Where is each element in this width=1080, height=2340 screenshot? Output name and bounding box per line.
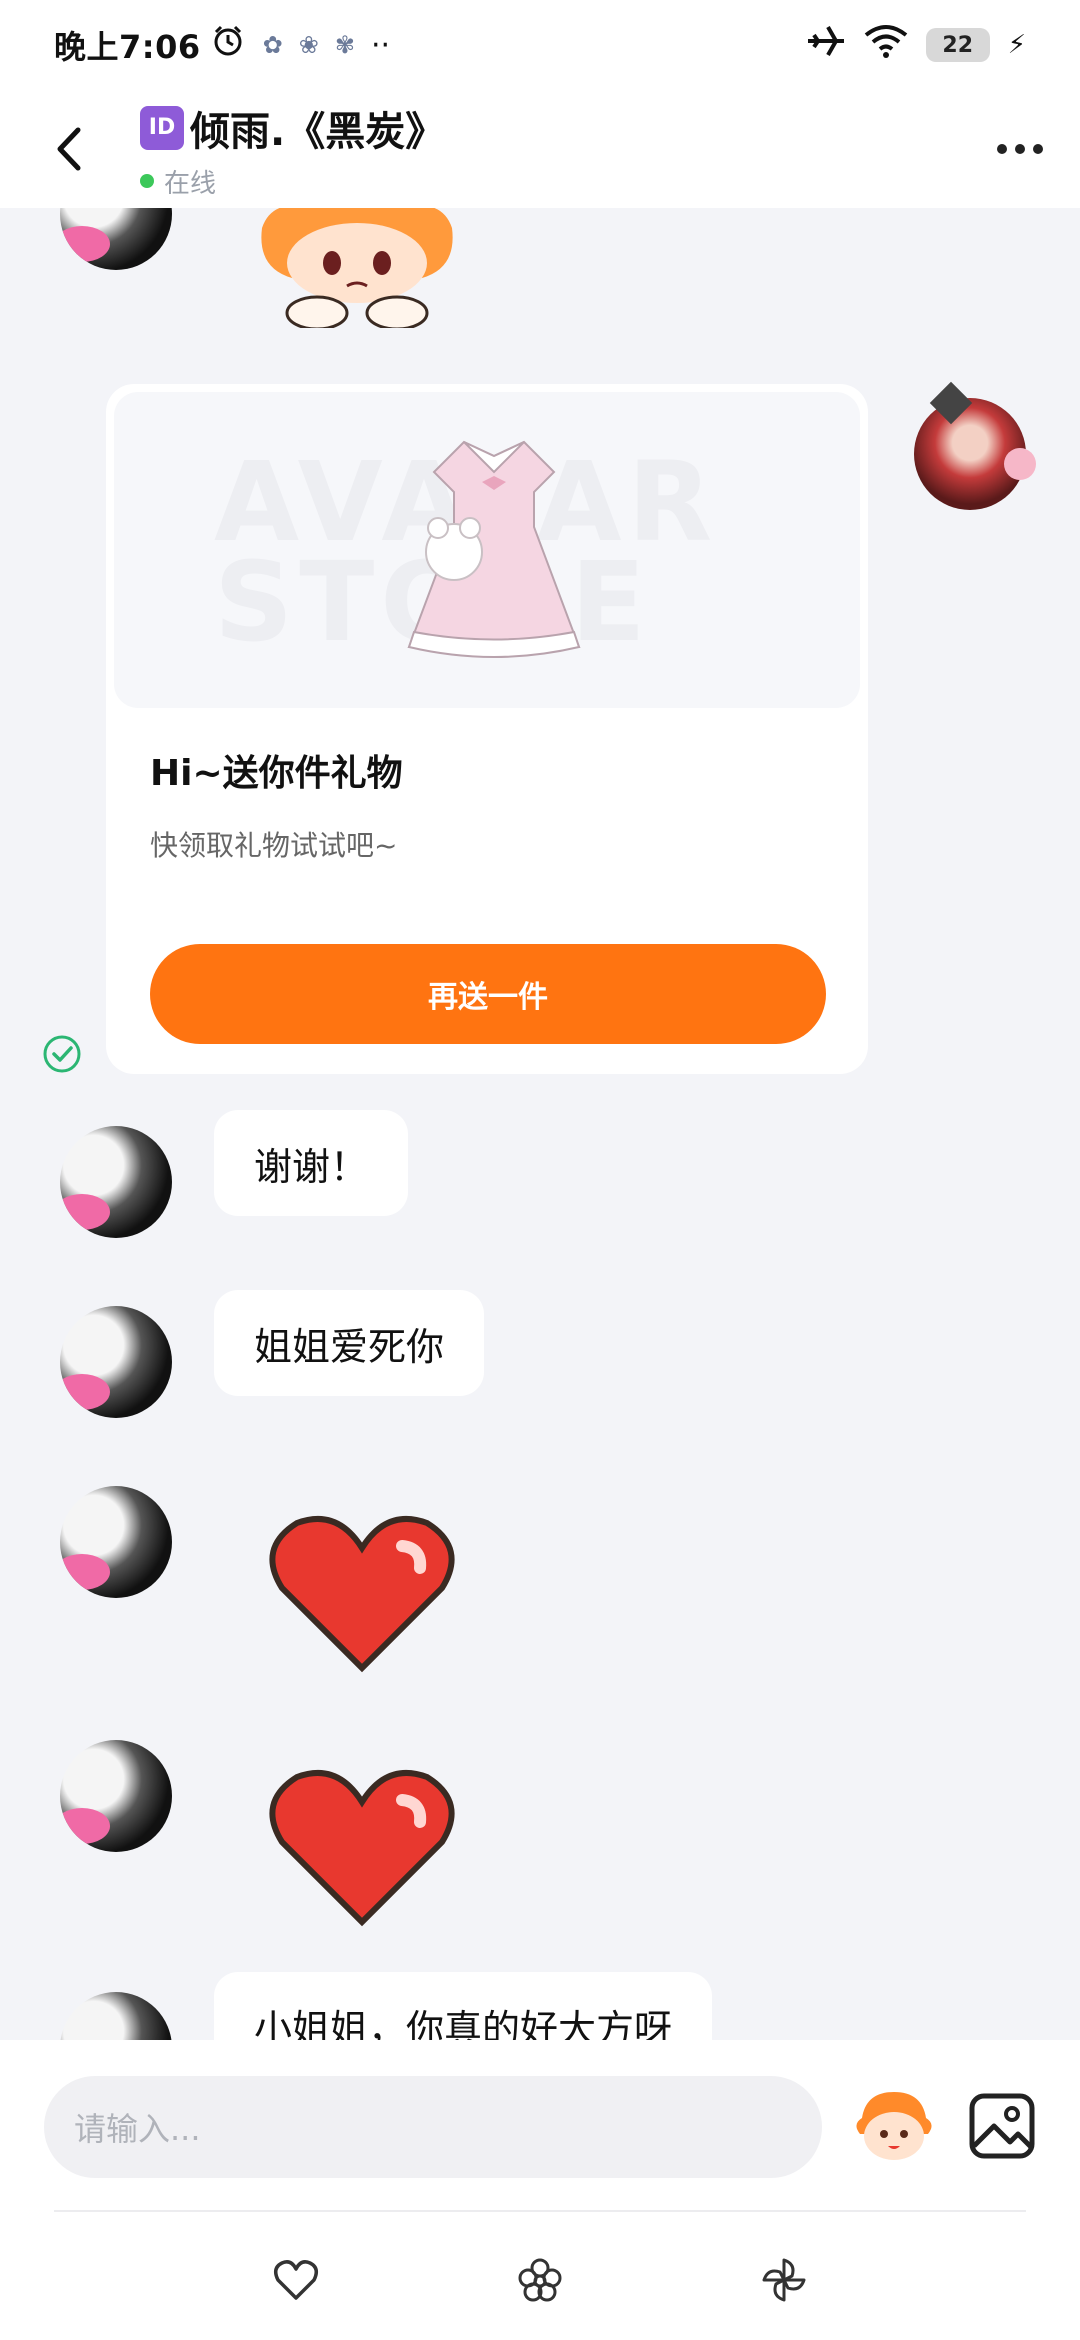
contact-name: 倾雨.《黑炭》	[190, 108, 446, 155]
gift-card-subtitle: 快领取礼物试试吧~	[150, 829, 398, 862]
contact-avatar[interactable]	[60, 1992, 172, 2040]
status-bar: 晚上7:06 ✿ ❀ ✾ ·· 22 ⚡	[0, 0, 1080, 90]
contact-avatar[interactable]	[60, 1486, 172, 1598]
message-input-placeholder: 请输入...	[74, 2110, 201, 2148]
dot-icon	[1033, 144, 1043, 154]
heart-sticker[interactable]	[262, 1508, 462, 1678]
back-button[interactable]	[0, 90, 140, 208]
contact-avatar[interactable]	[60, 1740, 172, 1852]
image-picker-button[interactable]	[966, 2090, 1038, 2162]
my-avatar[interactable]	[914, 398, 1036, 510]
message-bubble[interactable]: 小姐姐，你真的好大方呀	[214, 1972, 713, 2041]
input-bar: 请输入...	[0, 2040, 1080, 2340]
gift-card-title: Hi~送你件礼物	[150, 753, 403, 794]
chat-message-list[interactable]: AVATAR STORE Hi~送你件礼物 快领取礼物试试吧~ 再送一件 谢谢！…	[0, 208, 1080, 2040]
wifi-icon	[864, 23, 908, 67]
contact-avatar[interactable]	[60, 208, 172, 270]
message-text: 谢谢！	[254, 1144, 369, 1189]
dot-icon	[997, 144, 1007, 154]
app-notification-icon: ✿	[262, 31, 283, 59]
crying-girl-sticker	[261, 208, 453, 328]
online-status-dot	[140, 174, 154, 188]
contact-info[interactable]: ID 倾雨.《黑炭》 在线	[140, 99, 445, 200]
message-input[interactable]: 请输入...	[44, 2076, 822, 2178]
heart-outline-icon[interactable]	[270, 2254, 322, 2306]
message-text: 小姐姐，你真的好大方呀	[254, 2006, 673, 2041]
id-badge-icon: ID	[140, 105, 184, 150]
battery-indicator: 22	[925, 28, 990, 62]
chat-header: ID 倾雨.《黑炭》 在线	[0, 90, 1080, 208]
more-options-button[interactable]	[960, 90, 1080, 208]
more-notifications-icon: ··	[370, 27, 391, 63]
contact-avatar[interactable]	[60, 1126, 172, 1238]
app-notification-icon: ✾	[334, 31, 355, 59]
divider	[54, 2210, 1026, 2212]
charging-icon: ⚡	[1007, 30, 1026, 60]
online-status-text: 在线	[164, 168, 217, 199]
app-notification-icon: ❀	[298, 31, 319, 59]
heart-sticker[interactable]	[262, 1762, 462, 1932]
back-arrow-icon	[57, 127, 81, 171]
send-another-gift-button[interactable]: 再送一件	[150, 944, 826, 1044]
message-bubble[interactable]: 谢谢！	[214, 1110, 409, 1216]
message-bubble[interactable]: 姐姐爱死你	[214, 1290, 485, 1396]
message-text: 姐姐爱死你	[254, 1324, 445, 1369]
emoji-sticker-button[interactable]	[852, 2084, 936, 2168]
dress-icon	[407, 440, 581, 658]
alarm-icon	[211, 24, 245, 66]
gift-card[interactable]: AVATAR STORE Hi~送你件礼物 快领取礼物试试吧~ 再送一件	[106, 384, 868, 1074]
gift-image: AVATAR STORE	[114, 392, 860, 708]
pinwheel-icon[interactable]	[758, 2254, 810, 2306]
sent-check-icon	[43, 1035, 81, 1073]
contact-avatar[interactable]	[60, 1306, 172, 1418]
flower-icon[interactable]	[514, 2254, 566, 2306]
airplane-icon	[806, 23, 846, 67]
dot-icon	[1015, 144, 1025, 154]
status-time: 晚上7:06	[54, 28, 201, 66]
